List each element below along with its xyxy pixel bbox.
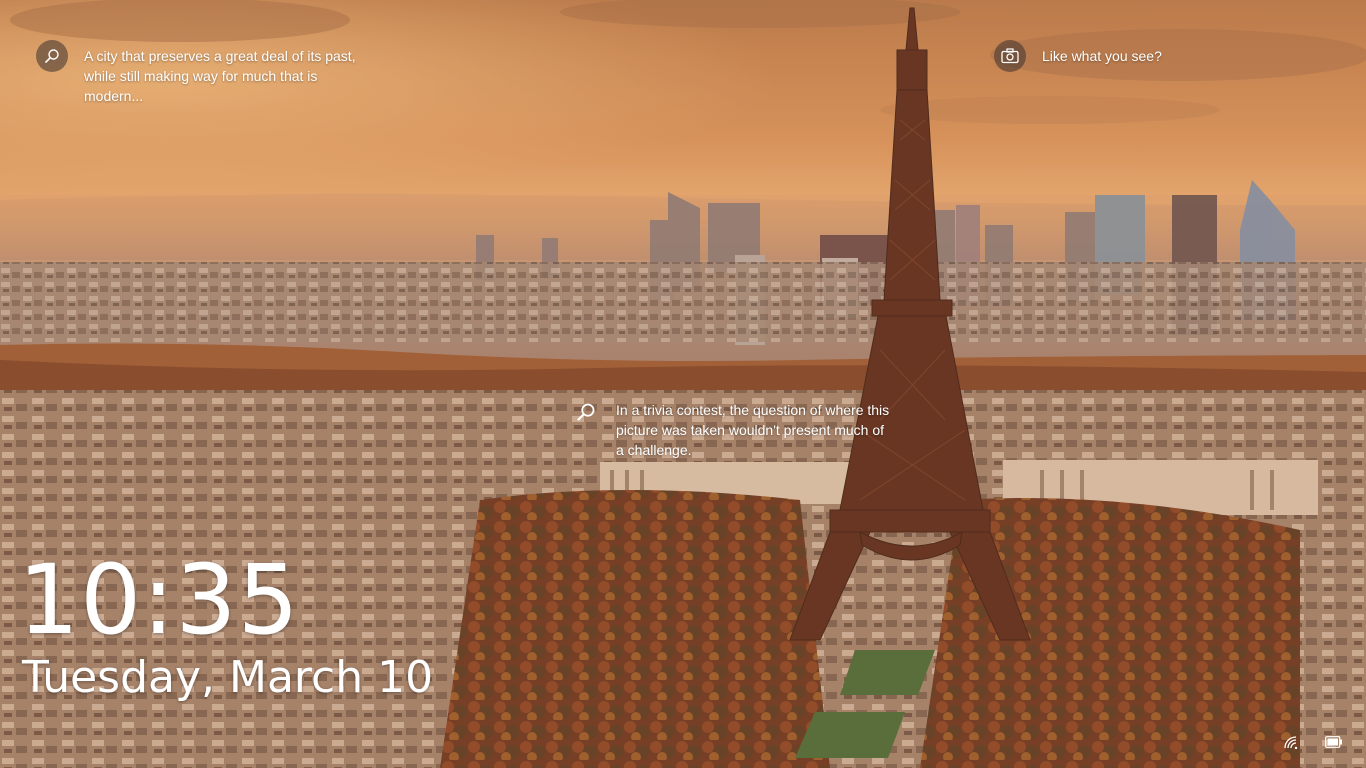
network-icon[interactable] <box>1282 734 1300 750</box>
lock-screen-date: Tuesday, March 10 <box>22 652 434 703</box>
hint-text: A city that preserves a great deal of it… <box>84 48 356 104</box>
hint-text: In a trivia contest, the question of whe… <box>616 402 890 458</box>
search-icon <box>574 400 598 424</box>
like-what-you-see-hint[interactable]: Like what you see? <box>994 40 1162 72</box>
battery-icon[interactable] <box>1325 734 1343 750</box>
spotlight-hint-top-left[interactable]: A city that preserves a great deal of it… <box>36 40 364 106</box>
spotlight-hint-center[interactable]: In a trivia contest, the question of whe… <box>574 400 891 460</box>
hint-text: Like what you see? <box>1042 48 1162 64</box>
search-icon <box>36 40 68 72</box>
camera-icon <box>994 40 1026 72</box>
lock-screen-time: 10:35 <box>18 544 300 656</box>
